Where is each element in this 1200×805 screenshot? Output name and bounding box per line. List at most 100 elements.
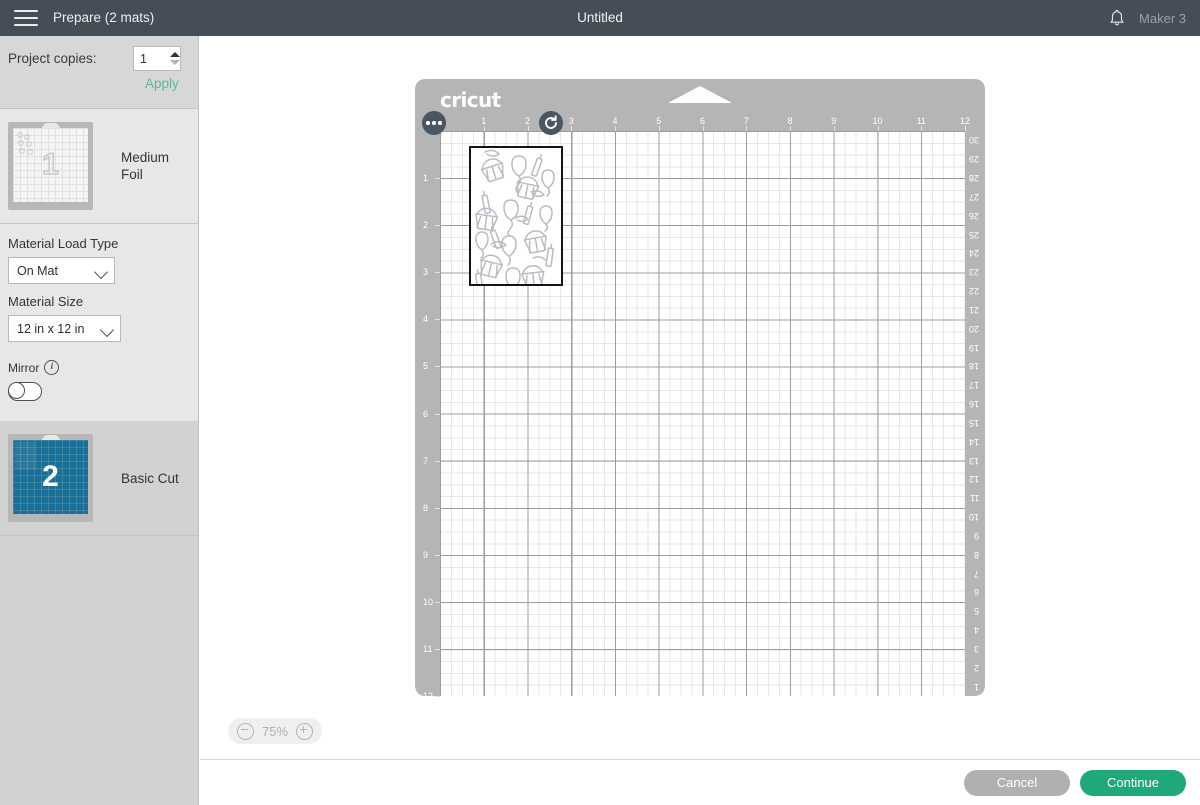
cricut-design-space-prepare-screen: Prepare (2 mats) Untitled Maker 3 Projec… bbox=[0, 0, 1200, 805]
ruler-top-label: 2 bbox=[524, 116, 531, 126]
ruler-top-label: 3 bbox=[568, 116, 574, 126]
ruler-top-label: 12 bbox=[959, 116, 971, 126]
ruler-right-label: 17 bbox=[968, 380, 979, 391]
header-right-group: Maker 3 bbox=[1109, 0, 1186, 36]
ruler-right-label: 21 bbox=[968, 304, 979, 315]
ruler-left-label: 8 bbox=[423, 502, 429, 513]
ruler-right-label: 5 bbox=[973, 606, 979, 617]
chevron-down-icon bbox=[93, 264, 109, 280]
ruler-right-label: 6 bbox=[973, 587, 979, 598]
ruler-right-label: 24 bbox=[968, 248, 979, 259]
continue-button[interactable]: Continue bbox=[1080, 769, 1186, 796]
project-copies-label: Project copies: bbox=[8, 51, 97, 66]
settings-spacer bbox=[8, 401, 190, 421]
ruler-right-label: 1 bbox=[973, 681, 979, 692]
cancel-button[interactable]: Cancel bbox=[964, 769, 1070, 796]
stepper-increment-icon[interactable] bbox=[170, 52, 180, 57]
sidebar-mat-label-2: Basic Cut bbox=[121, 470, 179, 486]
project-copies-input[interactable] bbox=[134, 50, 170, 67]
ruler-right-label: 16 bbox=[968, 399, 979, 410]
zoom-in-icon[interactable] bbox=[296, 722, 314, 740]
hamburger-line bbox=[14, 10, 38, 12]
ruler-right-label: 27 bbox=[968, 191, 979, 202]
ruler-left-label: 11 bbox=[423, 643, 433, 654]
ruler-right-label: 13 bbox=[968, 455, 979, 466]
ruler-right-label: 9 bbox=[973, 530, 979, 541]
material-size-value: 12 in x 12 in bbox=[17, 321, 85, 336]
stepper-decrement-icon[interactable] bbox=[170, 60, 180, 65]
ruler-left-label: 5 bbox=[423, 361, 429, 372]
sidebar-empty-area bbox=[0, 536, 198, 805]
ruler-right: 30 29 28 27 26 25 24 23 22 21 20 19 18 17 16 15 14 13 12 11… bbox=[963, 131, 983, 696]
mat-number-2: 2 bbox=[42, 460, 59, 493]
ruler-top: 1 2 3 4 5 6 7 8 9 10 11 12 bbox=[440, 115, 985, 131]
ruler-left: 1 2 3 4 5 6 7 8 9 10 11 12 bbox=[418, 131, 440, 701]
mat-number-1: 1 bbox=[41, 147, 59, 182]
zoom-control: 75% bbox=[228, 718, 323, 744]
ruler-right-label: 29 bbox=[968, 154, 979, 165]
info-icon[interactable]: i bbox=[44, 360, 60, 375]
mirror-toggle[interactable] bbox=[8, 382, 42, 401]
mat-canvas-area: cricut 1 2 3 4 5 6 7 8 9 10 11 12 1 2 3 4 5 6 7 8 9 10 11 12 3… bbox=[200, 36, 1200, 759]
ruler-left-label: 10 bbox=[423, 596, 434, 607]
ruler-top-label: 1 bbox=[481, 116, 487, 126]
ruler-left-label: 9 bbox=[423, 549, 429, 560]
project-copies-stepper[interactable] bbox=[133, 46, 181, 71]
material-size-select[interactable]: 12 in x 12 in bbox=[8, 315, 121, 342]
cricut-logo: cricut bbox=[440, 88, 501, 112]
mat-thumbnail-1: 1 bbox=[8, 122, 93, 210]
mat-grid-surface[interactable] bbox=[440, 131, 965, 696]
prepare-label: Prepare (2 mats) bbox=[53, 10, 155, 25]
ruler-top-label: 5 bbox=[656, 116, 662, 126]
ruler-right-label: 19 bbox=[968, 342, 979, 353]
mirror-label: Mirror bbox=[8, 360, 40, 375]
ruler-right-label: 4 bbox=[973, 625, 979, 636]
ruler-right-label: 8 bbox=[973, 549, 979, 560]
cutting-mat: cricut 1 2 3 4 5 6 7 8 9 10 11 12 1 2 3 4 5 6 7 8 9 10 11 12 3… bbox=[415, 79, 985, 701]
dot bbox=[438, 121, 442, 125]
mat-top-tab-shape bbox=[668, 86, 732, 103]
footer-action-bar: Cancel Continue bbox=[200, 759, 1200, 805]
ruler-top-label: 10 bbox=[872, 116, 883, 126]
left-sidebar: Project copies: Apply bbox=[0, 36, 199, 805]
design-object-birthday-pattern[interactable] bbox=[469, 146, 563, 286]
ruler-top-label: 4 bbox=[612, 116, 618, 126]
ruler-left-label: 4 bbox=[423, 314, 429, 325]
mirror-toggle-knob bbox=[8, 382, 25, 399]
sidebar-mat-item-2[interactable]: 2 Basic Cut bbox=[0, 421, 198, 536]
hamburger-menu-icon[interactable] bbox=[14, 8, 38, 28]
ruler-right-label: 2 bbox=[973, 662, 979, 673]
rotate-mat-icon[interactable] bbox=[539, 111, 563, 135]
ruler-right-label: 26 bbox=[968, 210, 979, 221]
ruler-top-label: 6 bbox=[699, 116, 706, 126]
ruler-left-label: 1 bbox=[423, 173, 429, 184]
material-load-type-select[interactable]: On Mat bbox=[8, 257, 115, 284]
material-load-type-label: Material Load Type bbox=[8, 236, 119, 251]
mat-thumbnail-surface: 2 bbox=[13, 440, 88, 514]
chevron-down-icon bbox=[99, 322, 115, 338]
sidebar-mat-item-1[interactable]: 1 Medium Foil bbox=[0, 109, 198, 224]
machine-name-label[interactable]: Maker 3 bbox=[1139, 11, 1186, 26]
ruler-right-label: 23 bbox=[968, 267, 979, 278]
ruler-right-label: 10 bbox=[968, 512, 979, 523]
ruler-left-label: 7 bbox=[423, 455, 429, 466]
zoom-out-icon[interactable] bbox=[237, 722, 254, 740]
ruler-right-label: 7 bbox=[973, 568, 979, 579]
stepper-arrows bbox=[170, 47, 183, 70]
project-copies-panel: Project copies: Apply bbox=[0, 36, 198, 109]
mirror-row: Mirror i bbox=[8, 360, 190, 375]
dot bbox=[432, 121, 436, 125]
mat-thumbnail-surface: 1 bbox=[13, 128, 88, 202]
ruler-right-label: 14 bbox=[968, 436, 979, 447]
zoom-level-label: 75% bbox=[262, 723, 289, 739]
mat-more-options-icon[interactable] bbox=[422, 111, 446, 135]
apply-button[interactable]: Apply bbox=[145, 76, 179, 91]
mat-settings-panel: Material Load Type On Mat Material Size … bbox=[0, 224, 198, 421]
ruler-right-label: 12 bbox=[968, 474, 979, 485]
ruler-left-label: 3 bbox=[423, 267, 429, 278]
ruler-right-label: 25 bbox=[968, 229, 979, 240]
hamburger-line bbox=[14, 17, 38, 19]
notification-bell-icon[interactable] bbox=[1109, 9, 1125, 27]
ruler-top-label: 7 bbox=[743, 116, 749, 126]
dot bbox=[426, 121, 430, 125]
